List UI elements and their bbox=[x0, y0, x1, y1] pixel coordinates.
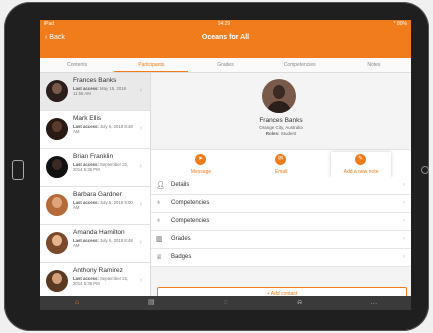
ribbon-icon: ♁ bbox=[156, 217, 162, 224]
participant-last-access: Last access: July 5, 2018 8:48 AM bbox=[73, 238, 137, 248]
participant-name: Brian Franklin bbox=[73, 153, 114, 160]
chevron-right-icon: › bbox=[403, 200, 405, 206]
calendar-icon[interactable]: ▤ bbox=[114, 296, 188, 310]
status-time: 14:29 bbox=[217, 21, 231, 27]
profile-location: Orange City, Australia bbox=[259, 125, 303, 130]
add-note-label: Add a new note bbox=[343, 169, 379, 175]
trophy-icon: ♕ bbox=[156, 254, 163, 261]
participant-row[interactable]: Amanda Hamilton Last access: July 5, 2018… bbox=[40, 225, 150, 263]
menu-item-grades[interactable]: ▥ Grades › bbox=[151, 231, 411, 249]
participant-name: Barbara Gardner bbox=[73, 191, 122, 198]
menu-label: Competencies bbox=[171, 218, 210, 224]
participant-last-access: Last access: September 22, 2014 5:36 PM bbox=[73, 162, 137, 172]
ribbon-icon: ♁ bbox=[156, 199, 162, 206]
participant-row[interactable]: Barbara Gardner Last access: July 5, 2018… bbox=[40, 187, 150, 225]
home-button[interactable] bbox=[12, 160, 24, 180]
email-label: Email bbox=[274, 169, 288, 175]
send-icon: ➤ bbox=[195, 154, 206, 165]
participant-row[interactable]: Frances Banks Last access: May 15, 2018 1… bbox=[40, 73, 150, 111]
ipad-frame: iPad 14:29 * 80% ‹ Back Oceans for All C… bbox=[4, 2, 429, 331]
menu-label: Details bbox=[171, 182, 190, 188]
status-battery: * 80% bbox=[393, 21, 407, 27]
tab-notes[interactable]: Notes bbox=[337, 58, 411, 72]
avatar bbox=[46, 156, 68, 178]
participant-name: Anthony Ramirez bbox=[73, 267, 123, 274]
avatar bbox=[46, 80, 68, 102]
menu-item-competencies[interactable]: ♁ Competencies › bbox=[151, 195, 411, 213]
participant-name: Mark Ellis bbox=[73, 115, 102, 122]
participant-last-access: Last access: July 5, 2018 9:00 AM bbox=[73, 200, 137, 210]
roles-value: Student bbox=[280, 131, 297, 136]
participant-row[interactable]: Anthony Ramirez Last access: September 22… bbox=[40, 263, 150, 298]
email-icon: ✉ bbox=[275, 154, 286, 165]
note-icon: ✎ bbox=[355, 154, 366, 165]
chevron-right-icon: › bbox=[139, 163, 142, 170]
roles-label: Roles: bbox=[265, 131, 280, 136]
chevron-right-icon: › bbox=[403, 236, 405, 242]
menu-item-badges[interactable]: ♕ Badges › bbox=[151, 249, 411, 267]
message-label: Message bbox=[190, 169, 212, 175]
chevron-right-icon: › bbox=[403, 254, 405, 260]
participant-row[interactable]: Brian Franklin Last access: September 22,… bbox=[40, 149, 150, 187]
app-screen: iPad 14:29 * 80% ‹ Back Oceans for All C… bbox=[40, 20, 411, 310]
chevron-right-icon: › bbox=[139, 201, 142, 208]
participant-detail: Frances Banks Orange City, Australia Rol… bbox=[151, 73, 411, 301]
avatar bbox=[46, 232, 68, 254]
home-icon[interactable]: ⌂ bbox=[40, 296, 114, 310]
tab-participants[interactable]: Participants bbox=[114, 58, 189, 72]
chevron-right-icon: › bbox=[139, 87, 142, 94]
chevron-right-icon: › bbox=[403, 182, 405, 188]
chevron-right-icon: › bbox=[403, 218, 405, 224]
menu-label: Grades bbox=[171, 236, 191, 242]
profile-avatar bbox=[262, 79, 296, 113]
participant-last-access: Last access: May 15, 2018 11:56 AM bbox=[73, 86, 137, 96]
bell-icon[interactable]: ⍾ bbox=[263, 296, 337, 310]
participant-name: Frances Banks bbox=[73, 77, 117, 84]
profile-roles: Roles: Student bbox=[151, 131, 411, 136]
message-button[interactable]: ➤ Message bbox=[171, 152, 231, 178]
avatar bbox=[46, 270, 68, 292]
tab-grades[interactable]: Grades bbox=[188, 58, 262, 72]
participant-last-access: Last access: September 22, 2014 5:36 PM bbox=[73, 276, 137, 286]
participant-last-access: Last access: July 5, 2018 8:48 AM bbox=[73, 124, 137, 134]
participant-list: Frances Banks Last access: May 15, 2018 1… bbox=[40, 73, 151, 298]
chevron-right-icon: › bbox=[139, 277, 142, 284]
menu-item-details[interactable]: 👤︎ Details › bbox=[151, 177, 411, 195]
header-bar: iPad 14:29 * 80% ‹ Back Oceans for All bbox=[40, 20, 411, 58]
tab-competencies[interactable]: Competencies bbox=[263, 58, 337, 72]
participant-row[interactable]: Mark Ellis Last access: July 5, 2018 8:48… bbox=[40, 111, 150, 149]
status-device: iPad bbox=[44, 21, 55, 27]
email-button[interactable]: ✉ Email bbox=[251, 152, 311, 178]
menu-label: Competencies bbox=[171, 200, 210, 206]
bar-chart-icon: ▥ bbox=[156, 236, 163, 243]
chevron-right-icon: › bbox=[139, 125, 142, 132]
status-bar: iPad 14:29 * 80% bbox=[44, 21, 407, 29]
profile-menu: 👤︎ Details › ♁ Competencies › ♁ Competen… bbox=[151, 177, 411, 267]
chat-icon[interactable]: ◌ bbox=[188, 296, 262, 310]
avatar bbox=[46, 118, 68, 140]
profile-header: Frances Banks Orange City, Australia Rol… bbox=[151, 73, 411, 153]
user-icon: 👤︎ bbox=[156, 182, 165, 189]
camera bbox=[421, 166, 429, 174]
chevron-right-icon: › bbox=[139, 239, 142, 246]
course-tabs: Contents Participants Grades Competencie… bbox=[40, 58, 411, 73]
add-note-button[interactable]: ✎ Add a new note bbox=[331, 152, 391, 178]
profile-actions: ➤ Message ✉ Email ✎ Add a new note bbox=[151, 149, 411, 179]
tab-contents[interactable]: Contents bbox=[40, 58, 114, 72]
page-title: Oceans for All bbox=[201, 34, 250, 41]
avatar bbox=[46, 194, 68, 216]
menu-item-competencies-2[interactable]: ♁ Competencies › bbox=[151, 213, 411, 231]
bottom-nav: ⌂ ▤ ◌ ⍾ … bbox=[40, 296, 411, 310]
menu-label: Badges bbox=[171, 254, 192, 260]
participant-name: Amanda Hamilton bbox=[73, 229, 125, 236]
more-icon[interactable]: … bbox=[337, 296, 411, 310]
profile-name: Frances Banks bbox=[259, 117, 303, 124]
